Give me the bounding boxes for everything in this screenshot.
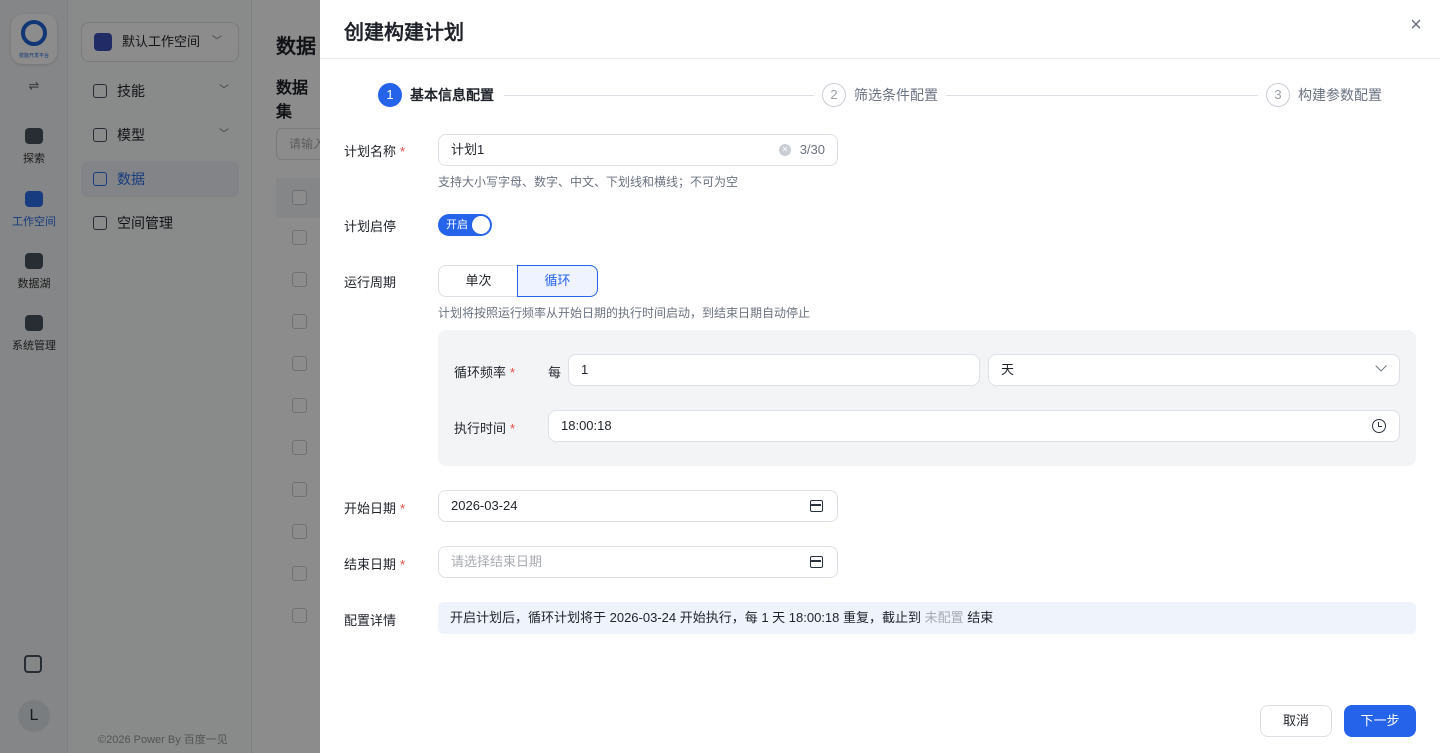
step-label: 筛选条件配置: [854, 87, 938, 103]
start-date-label-text: 开始日期: [344, 501, 397, 516]
calendar-icon: [810, 556, 823, 568]
summary-text: 开启计划后，循环计划将于 2026-03-24 开始执行，每 1 天 18:00…: [450, 610, 922, 625]
step-number: 3: [1266, 83, 1290, 107]
step-connector: [946, 95, 1258, 96]
plan-name-label-text: 计划名称: [344, 144, 397, 159]
frequency-label: 循环频率 *: [454, 362, 515, 381]
required-mark: *: [400, 501, 406, 516]
toggle-knob: [472, 216, 490, 234]
exec-time-value: 18:00:18: [561, 418, 612, 433]
drawer-title: 创建构建计划: [344, 22, 464, 44]
every-text: 每: [548, 365, 562, 380]
required-mark: *: [510, 421, 516, 436]
chevron-down-icon: [1375, 360, 1387, 372]
close-icon[interactable]: ×: [1405, 14, 1427, 36]
recurrence-panel: 循环频率 * 每 1 天 执行时间 * 18:00:18: [438, 330, 1416, 466]
frequency-label-text: 循环频率: [454, 365, 507, 380]
plan-name-input[interactable]: 计划1 ✕ 3/30: [438, 134, 838, 166]
step-label: 基本信息配置: [410, 87, 494, 103]
detail-label: 配置详情: [344, 613, 397, 628]
cycle-option-recurring[interactable]: 循环: [517, 265, 598, 297]
frequency-input[interactable]: 1: [568, 354, 980, 386]
step-number: 2: [822, 83, 846, 107]
start-date-value: 2026-03-24: [451, 498, 518, 513]
clock-icon: [1372, 419, 1386, 433]
next-step-button[interactable]: 下一步: [1344, 705, 1416, 737]
required-mark: *: [400, 557, 406, 572]
cycle-label: 运行周期: [344, 275, 397, 290]
clear-icon[interactable]: ✕: [779, 144, 791, 156]
modal-mask[interactable]: [0, 0, 320, 753]
step-label: 构建参数配置: [1298, 87, 1382, 103]
start-date-picker[interactable]: 2026-03-24: [438, 490, 838, 522]
plan-name-value: 计划1: [451, 142, 485, 157]
start-date-label: 开始日期 *: [344, 498, 405, 517]
cycle-hint: 计划将按照运行频率从开始日期的执行时间启动，到结束日期自动停止: [438, 306, 811, 320]
summary-suffix: 结束: [967, 610, 994, 625]
toggle-text: 开启: [446, 219, 468, 231]
step-connector: [504, 95, 814, 96]
divider: [320, 58, 1440, 59]
exec-time-label: 执行时间 *: [454, 418, 515, 437]
frequency-unit-select[interactable]: 天: [988, 354, 1400, 386]
plan-name-hint: 支持大小写字母、数字、中文、下划线和横线；不可为空: [438, 175, 739, 189]
summary-unset: 未配置: [924, 610, 964, 625]
enable-toggle[interactable]: 开启: [438, 214, 492, 236]
plan-name-label: 计划名称 *: [344, 141, 405, 160]
required-mark: *: [510, 365, 516, 380]
config-summary: 开启计划后，循环计划将于 2026-03-24 开始执行，每 1 天 18:00…: [438, 602, 1416, 634]
calendar-icon: [810, 500, 823, 512]
required-mark: *: [400, 144, 406, 159]
end-date-placeholder: 请选择结束日期: [451, 554, 543, 569]
end-date-label: 结束日期 *: [344, 554, 405, 573]
exec-time-picker[interactable]: 18:00:18: [548, 410, 1400, 442]
end-date-picker[interactable]: 请选择结束日期: [438, 546, 838, 578]
cycle-option-once[interactable]: 单次: [438, 265, 518, 297]
char-count: 3/30: [799, 142, 825, 157]
create-build-plan-drawer: 创建构建计划 × 1 基本信息配置 2 筛选条件配置 3 构建参数配置 计划名称…: [320, 0, 1440, 753]
cancel-button[interactable]: 取消: [1260, 705, 1332, 737]
end-date-label-text: 结束日期: [344, 557, 397, 572]
exec-time-label-text: 执行时间: [454, 421, 507, 436]
step-number: 1: [378, 83, 402, 107]
frequency-unit-value: 天: [1001, 362, 1015, 377]
enable-label: 计划启停: [344, 219, 397, 234]
